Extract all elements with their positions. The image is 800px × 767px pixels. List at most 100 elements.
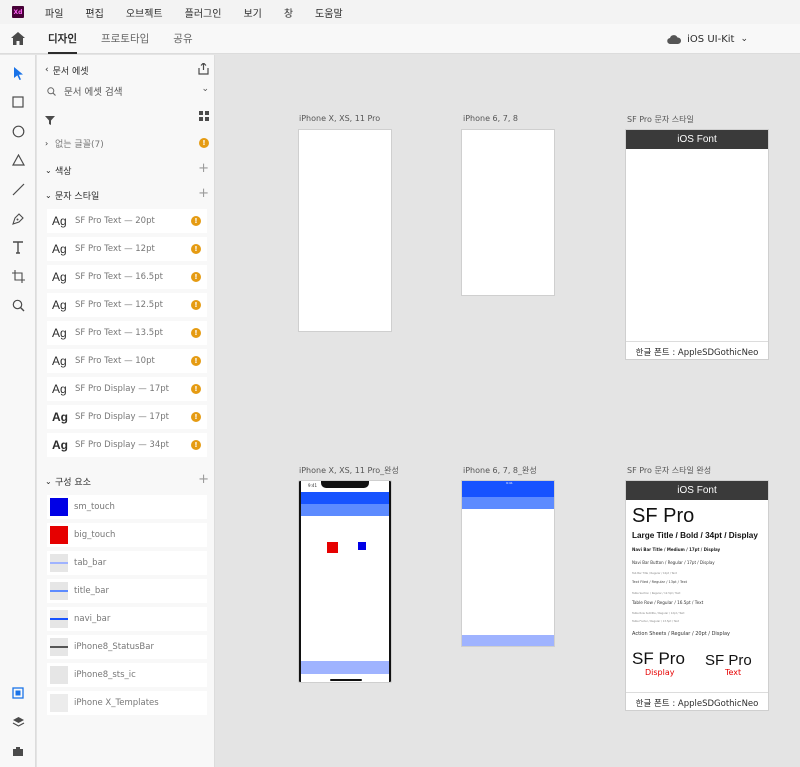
char-styles-section[interactable]: ⌄ 문자 스타일 + <box>45 186 209 202</box>
menu-object[interactable]: 오브젝트 <box>126 5 163 20</box>
search-input[interactable]: 문서 에셋 검색 <box>64 84 122 98</box>
artboard-tool[interactable] <box>6 264 30 288</box>
char-style-preview: Ag <box>52 410 68 424</box>
artboard-icon <box>11 269 25 283</box>
artboard-label[interactable]: iPhone 6, 7, 8_완성 <box>463 465 537 476</box>
back-chevron-icon[interactable]: ‹ <box>45 65 49 75</box>
pen-tool[interactable] <box>6 206 30 230</box>
component-item[interactable]: big_touch <box>47 523 207 547</box>
char-style-item[interactable]: Ag SF Pro Text — 10pt ! <box>47 349 207 373</box>
tab-design[interactable]: 디자인 <box>48 24 77 54</box>
layers-icon <box>12 717 24 727</box>
warning-icon: ! <box>191 384 201 394</box>
grid-view-icon[interactable] <box>199 111 209 121</box>
navi-bar <box>462 485 554 497</box>
char-style-item[interactable]: Ag SF Pro Text — 20pt ! <box>47 209 207 233</box>
add-component-icon[interactable]: + <box>198 472 209 487</box>
char-style-item[interactable]: Ag SF Pro Text — 12.5pt ! <box>47 293 207 317</box>
menu-file[interactable]: 파일 <box>45 5 63 20</box>
sample-text: SF Pro <box>705 652 752 669</box>
select-tool[interactable] <box>6 61 30 85</box>
menu-window[interactable]: 창 <box>284 5 293 20</box>
text-tool[interactable] <box>6 235 30 259</box>
assets-icon <box>12 687 24 699</box>
assets-panel-button[interactable] <box>6 681 30 705</box>
component-item[interactable]: iPhone X_Templates <box>47 691 207 715</box>
tool-bar <box>0 55 36 767</box>
rectangle-tool[interactable] <box>6 90 30 114</box>
artboard-label[interactable]: SF Pro 문자 스타일 완성 <box>627 465 711 476</box>
document-title-button[interactable]: iOS UI-Kit ⌄ <box>667 24 748 54</box>
colors-section[interactable]: ⌄ 색상 + <box>45 161 209 177</box>
style-line: Navi Bar Button / Regular / 17pt / Displ… <box>632 560 715 565</box>
tab-share[interactable]: 공유 <box>173 24 192 54</box>
home-indicator <box>330 679 362 681</box>
warning-icon: ! <box>191 300 201 310</box>
style-line: Table Row Subtitle / Regular / 12pt / Te… <box>632 612 685 615</box>
share-export-icon[interactable] <box>198 63 209 75</box>
component-name: tab_bar <box>74 558 107 568</box>
components-section[interactable]: ⌄ 구성 요소 + <box>45 472 209 488</box>
artboard-label[interactable]: iPhone 6, 7, 8 <box>463 114 518 123</box>
line-icon <box>12 183 24 195</box>
char-style-name: SF Pro Display — 34pt <box>75 440 169 450</box>
missing-fonts-section[interactable]: › 없는 글꼴(7) ! <box>45 136 209 150</box>
warning-icon: ! <box>191 216 201 226</box>
char-style-item[interactable]: Ag SF Pro Display — 17pt ! <box>47 405 207 429</box>
component-item[interactable]: navi_bar <box>47 607 207 631</box>
filter-icon[interactable] <box>45 115 55 125</box>
document-title: iOS UI-Kit <box>687 33 735 45</box>
artboard-iphone-x-done[interactable]: 9:41 <box>298 480 392 683</box>
component-thumb <box>50 526 68 544</box>
layers-panel-button[interactable] <box>6 710 30 734</box>
chevron-down-icon: ⌄ <box>45 165 52 175</box>
chevron-down-icon[interactable]: ⌄ <box>201 84 209 94</box>
component-item[interactable]: title_bar <box>47 579 207 603</box>
char-style-item[interactable]: Ag SF Pro Text — 13.5pt ! <box>47 321 207 345</box>
zoom-tool[interactable] <box>6 293 30 317</box>
zoom-icon <box>12 299 24 311</box>
tab-bar <box>462 635 554 646</box>
assets-title: 문서 에셋 <box>52 66 89 77</box>
title-bar <box>462 497 554 509</box>
line-tool[interactable] <box>6 177 30 201</box>
artboard-sf-pro-style-done[interactable]: iOS Font SF Pro Large Title / Bold / 34p… <box>625 480 769 711</box>
tab-prototype[interactable]: 프로토타입 <box>101 24 149 54</box>
menu-view[interactable]: 보기 <box>243 5 261 20</box>
char-style-preview: Ag <box>52 298 67 312</box>
component-item[interactable]: tab_bar <box>47 551 207 575</box>
char-style-item[interactable]: Ag SF Pro Display — 17pt ! <box>47 377 207 401</box>
artboard-label[interactable]: iPhone X, XS, 11 Pro <box>299 114 380 123</box>
component-item[interactable]: iPhone8_StatusBar <box>47 635 207 659</box>
design-canvas[interactable]: iPhone X, XS, 11 Pro iPhone 6, 7, 8 SF P… <box>216 55 800 767</box>
missing-fonts-label: 없는 글꼴(7) <box>55 139 104 150</box>
char-style-item[interactable]: Ag SF Pro Text — 12pt ! <box>47 237 207 261</box>
home-button[interactable] <box>0 24 36 54</box>
component-name: iPhone8_StatusBar <box>74 642 154 652</box>
component-item[interactable]: iPhone8_sts_ic <box>47 663 207 687</box>
artboard-sf-pro-style[interactable]: iOS Font 한글 폰트 : AppleSDGothicNeo <box>625 129 769 360</box>
menu-plugins[interactable]: 플러그인 <box>185 5 222 20</box>
divider <box>626 341 768 342</box>
assets-search[interactable]: 문서 에셋 검색 ⌄ <box>45 83 209 99</box>
artboard-iphone-x[interactable] <box>298 129 392 332</box>
menu-help[interactable]: 도움말 <box>315 5 343 20</box>
polygon-tool[interactable] <box>6 148 30 172</box>
char-style-item[interactable]: Ag SF Pro Text — 16.5pt ! <box>47 265 207 289</box>
add-color-icon[interactable]: + <box>198 161 209 176</box>
artboard-iphone-8[interactable] <box>461 129 555 296</box>
ellipse-tool[interactable] <box>6 119 30 143</box>
artboard-label[interactable]: iPhone X, XS, 11 Pro_완성 <box>299 465 399 476</box>
artboard-label[interactable]: SF Pro 문자 스타일 <box>627 114 694 125</box>
plugins-panel-button[interactable] <box>6 739 30 763</box>
char-style-preview: Ag <box>52 214 67 228</box>
artboard-iphone-8-done[interactable]: 9:41 <box>461 480 555 647</box>
colors-label: 색상 <box>55 166 72 177</box>
assets-header: ‹ 문서 에셋 <box>45 63 209 77</box>
char-style-item[interactable]: Ag SF Pro Display — 34pt ! <box>47 433 207 457</box>
component-thumb <box>50 694 68 712</box>
add-char-style-icon[interactable]: + <box>198 186 209 201</box>
large-title-sample: Large Title / Bold / 34pt / Display <box>632 531 758 540</box>
menu-edit[interactable]: 편집 <box>85 5 103 20</box>
component-item[interactable]: sm_touch <box>47 495 207 519</box>
